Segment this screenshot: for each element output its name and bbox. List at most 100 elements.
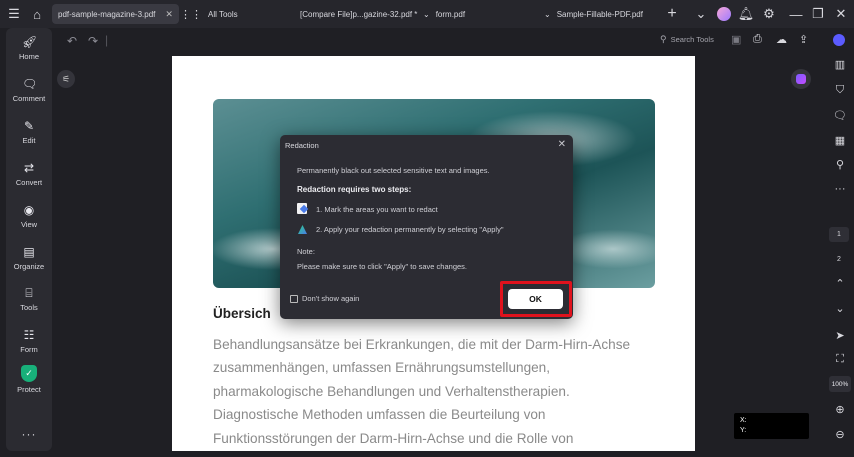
step-2: 2. Apply your redaction permanently by s… [316,225,504,234]
dont-show-checkbox[interactable]: Don't show again [290,294,359,303]
note-text: Please make sure to click "Apply" to sav… [297,262,467,271]
attachment-icon[interactable]: ⚲ [833,158,847,172]
sidebar-item-tools[interactable]: ⌸ Tools [6,286,52,312]
body-line: zusammenhängen, umfassen Ernährungsumste… [213,360,551,376]
apply-redaction-icon [297,223,307,234]
tab-label: [Compare File]p...gazine-32.pdf * [300,9,418,19]
sidebar-item-label: Convert [15,178,43,187]
redo-icon[interactable]: ↷ [88,34,98,48]
step-1: 1. Mark the areas you want to redact [316,205,438,214]
dialog-intro: Permanently black out selected sensitive… [297,166,490,175]
x-coordinate-label: X: [740,417,747,424]
bell-icon[interactable]: 🔔︎ [738,6,755,22]
edit-icon: ✎ [23,119,35,133]
sidebar-item-label: Home [18,52,39,61]
chevron-down-icon: ⌄ [544,9,551,19]
zoom-in-icon[interactable]: ⊕ [833,403,847,417]
add-tab-icon[interactable]: + [664,5,680,22]
close-tab-icon[interactable]: ✕ [165,9,173,20]
share-icon[interactable]: ⇪ [799,33,808,46]
save-icon[interactable]: ▣ [731,33,741,46]
settings-sliders-icon[interactable]: ⚟ [57,70,75,88]
assistant-icon[interactable] [833,34,847,48]
tab-form[interactable]: ⌄ form.pdf [423,4,465,24]
home-icon[interactable]: ⌂ [29,6,45,22]
form-icon: ☷ [23,328,35,342]
page-thumb-2[interactable]: 2 [829,256,849,263]
bookmark-icon[interactable]: ⛉ [833,84,847,98]
cloud-upload-icon[interactable]: ☁ [776,33,787,46]
sidebar-item-form[interactable]: ☷ Form [6,328,52,354]
y-coordinate-label: Y: [740,427,747,434]
note-label: Note: [297,247,315,256]
screenshot-icon[interactable]: ⛶ [833,353,847,367]
minimize-icon[interactable]: — [788,6,804,22]
tab-pdf-sample-magazine[interactable]: pdf-sample-magazine-3.pdf ✕ [52,4,179,24]
sidebar-item-label: Edit [22,136,36,145]
more-icon[interactable]: ··· [6,427,52,441]
tab-compare-file[interactable]: [Compare File]p...gazine-32.pdf * [300,4,417,24]
eye-icon: ◉ [23,203,35,217]
body-line: pharmakologische Behandlungen und Verhal… [213,383,570,399]
chevron-down-icon[interactable]: ⌄ [693,6,709,22]
more-icon[interactable]: ··· [833,183,847,197]
ok-button[interactable]: OK [508,289,563,309]
tab-label: pdf-sample-magazine-3.pdf [58,9,156,19]
close-window-icon[interactable]: ✕ [833,6,849,22]
rocket-icon: 🚀︎ [22,35,38,49]
tab-label: form.pdf [435,9,466,19]
zoom-out-icon[interactable]: ⊖ [833,428,847,442]
sidebar-item-protect[interactable]: ✓ Protect [6,365,52,394]
close-icon[interactable]: ✕ [558,139,566,150]
all-tools-label: All Tools [208,9,238,19]
sidebar-item-label: Protect [17,385,41,394]
sidebar-item-label: Comment [12,94,46,103]
sidebar-item-home[interactable]: 🚀︎ Home [6,35,52,61]
page-thumb-1[interactable]: 1 [829,227,849,242]
sidebar-item-comment[interactable]: 🗨︎ Comment [6,77,52,103]
organize-icon: ▤ [23,245,35,259]
search-icon: ⚲ [660,34,667,44]
all-tools-tab[interactable]: ⋮⋮ All Tools [180,4,238,24]
body-line: Diagnostische Methoden umfassen die Beur… [213,407,546,423]
grid-icon: ⋮⋮ [180,8,202,21]
restore-icon[interactable]: ❐ [810,6,826,22]
chevron-down-icon[interactable]: ⌄ [833,302,847,316]
toolbar-divider: | [105,33,109,47]
comment-panel-icon[interactable]: 🗨︎ [833,109,847,123]
chevron-down-icon: ⌄ [423,9,430,19]
sidebar-item-label: Tools [20,303,38,312]
print-icon[interactable]: ⎙ [753,33,762,46]
mark-area-icon [297,203,309,214]
page-heading: Übersich [213,306,271,321]
left-sidebar: 🚀︎ Home 🗨︎ Comment ✎ Edit ⇄ Convert ◉ Vi… [6,28,52,451]
body-line: Funktionsstörungen der Darm-Hirn-Achse u… [213,430,574,446]
sidebar-item-view[interactable]: ◉ View [6,203,52,229]
body-line: Behandlungsansätze bei Erkrankungen, die… [213,337,631,352]
search-label: Search Tools [670,35,714,44]
tab-bar: ☰ ⌂ pdf-sample-magazine-3.pdf ✕ ⋮⋮ All T… [0,0,854,28]
gear-icon[interactable]: ⚙ [761,6,777,22]
sidebar-item-edit[interactable]: ✎ Edit [6,119,52,145]
chevron-up-icon[interactable]: ⌃ [833,277,847,291]
tab-label: Sample-Fillable-PDF.pdf [556,9,643,19]
select-cursor-icon[interactable]: ➤ [833,329,847,343]
avatar[interactable] [716,6,732,22]
tab-sample-fillable[interactable]: ⌄ Sample-Fillable-PDF.pdf [544,4,643,24]
dialog-steps-heading: Redaction requires two steps: [297,185,412,194]
menu-icon[interactable]: ☰ [6,6,22,22]
checkbox[interactable] [290,294,298,303]
panel-icon[interactable]: ▥ [833,58,847,72]
sidebar-item-label: Form [20,345,38,354]
comment-icon: 🗨︎ [22,77,38,91]
undo-icon[interactable]: ↶ [67,34,77,48]
sidebar-item-label: Organize [13,262,45,271]
zoom-level[interactable]: 100% [829,376,851,392]
sidebar-item-label: View [20,220,38,229]
sidebar-item-convert[interactable]: ⇄ Convert [6,161,52,187]
ai-assistant-icon[interactable] [791,69,811,89]
sidebar-item-organize[interactable]: ▤ Organize [6,245,52,271]
search-tools[interactable]: ⚲ Search Tools [660,34,714,45]
shield-icon: ✓ [21,365,37,382]
form-fields-icon[interactable]: ▦ [833,134,847,148]
